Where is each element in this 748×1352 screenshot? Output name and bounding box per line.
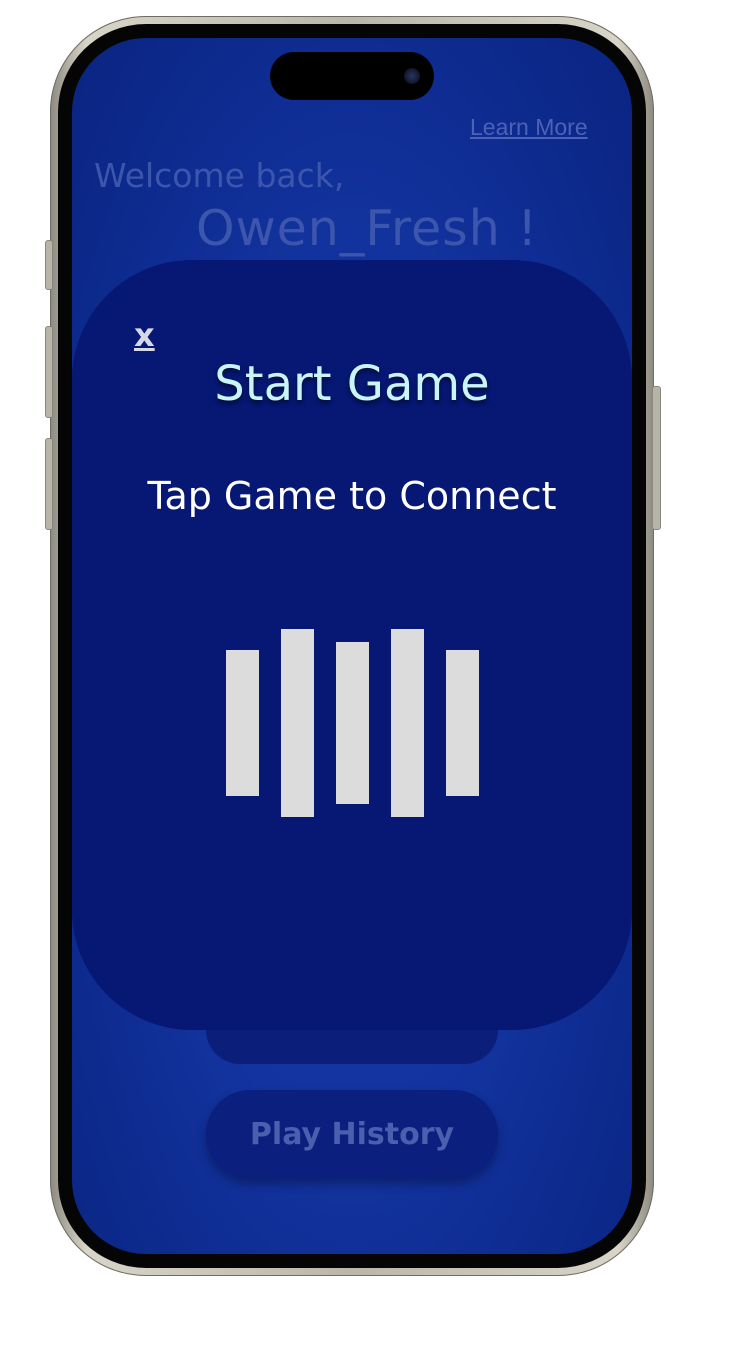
welcome-text: Welcome back, [94,156,345,195]
start-game-modal: x Start Game Tap Game to Connect [72,260,632,1030]
username-text: Owen_Fresh ! [196,200,538,257]
volume-up-button [45,326,53,418]
bar-2 [281,629,314,817]
bar-3 [336,642,369,804]
action-button [45,240,53,290]
bar-4 [391,629,424,817]
power-button [652,386,661,530]
bar-5 [446,650,479,796]
play-history-button[interactable]: Play History [206,1090,498,1178]
dynamic-island [270,52,434,100]
app-screen: Learn More Welcome back, Owen_Fresh ! Pl… [72,38,632,1254]
camera-icon [404,68,420,84]
play-history-label: Play History [249,1116,455,1152]
learn-more-link[interactable]: Learn More [470,114,588,141]
nfc-bars-icon [72,260,632,1030]
volume-down-button [45,438,53,530]
bar-1 [226,650,259,796]
